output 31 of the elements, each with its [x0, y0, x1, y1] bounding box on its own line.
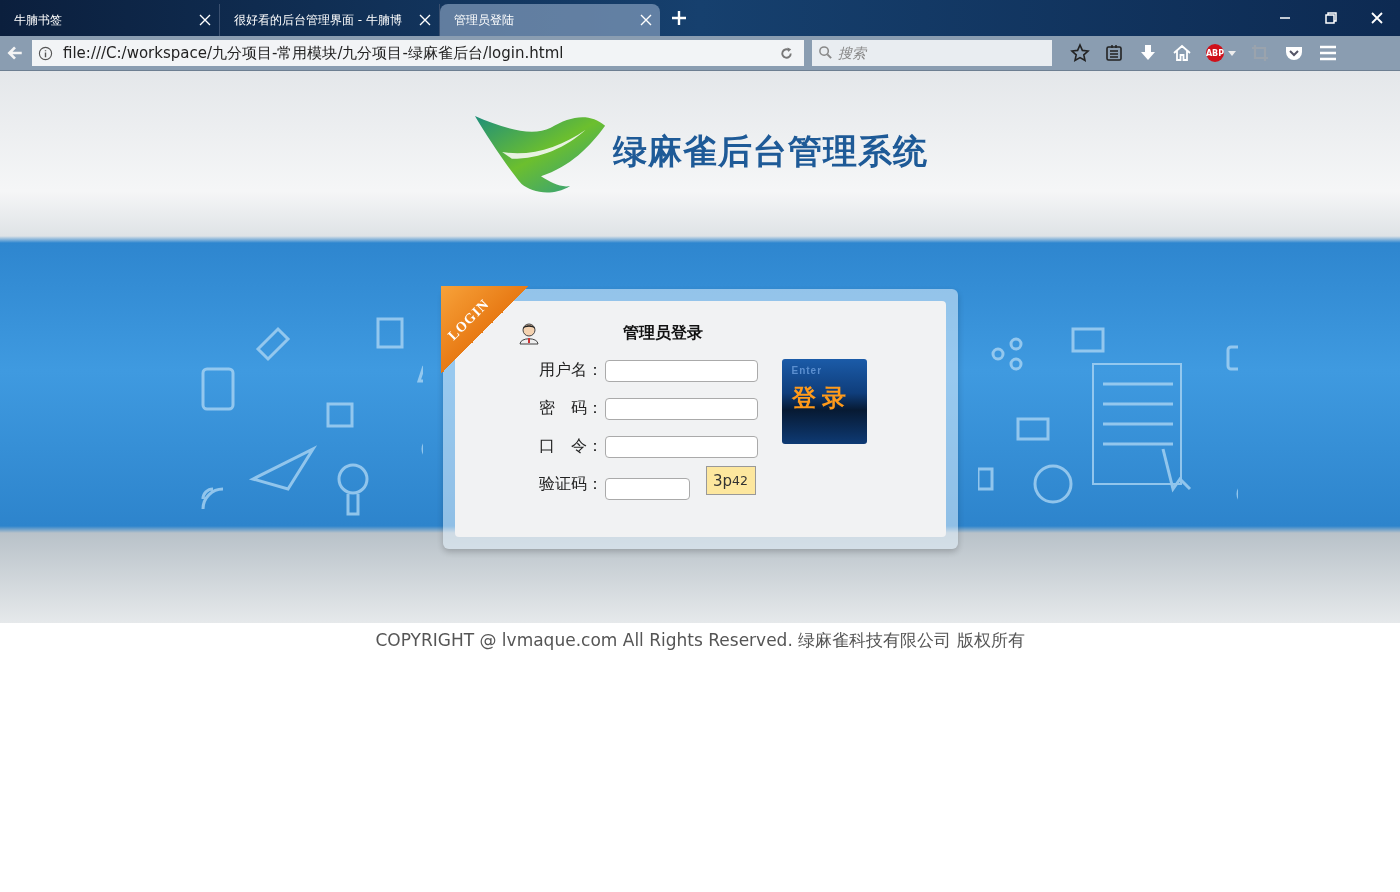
password-field[interactable] [604, 397, 758, 420]
caret-icon[interactable] [1228, 50, 1236, 56]
back-arrow-icon[interactable] [6, 44, 24, 62]
field-label: 用户名： [538, 360, 604, 381]
close-icon[interactable] [419, 14, 431, 26]
field-label: 验证码： [538, 474, 604, 495]
field-label: 口 令： [538, 436, 604, 457]
field-label: 密 码： [538, 398, 604, 419]
plus-icon[interactable] [672, 11, 686, 25]
home-icon[interactable] [1172, 43, 1192, 63]
star-icon[interactable] [1070, 43, 1090, 63]
system-title: 绿麻雀后台管理系统 [612, 130, 928, 173]
restore-icon[interactable] [1325, 12, 1337, 24]
login-button[interactable]: Enter 登 录 [781, 359, 867, 444]
address-bar[interactable]: file:///C:/workspace/九分项目-常用模块/九分项目-绿麻雀后台/login.html [32, 40, 804, 66]
close-icon[interactable] [199, 14, 211, 26]
password-field[interactable] [604, 435, 758, 458]
login-heading: 管理员登录 [622, 322, 703, 344]
copyright-text: COPYRIGHT @ lvmaque.com All Rights Reserved. 绿麻雀科技有限公司 版权所有 [374, 629, 1026, 652]
info-icon[interactable] [38, 45, 53, 61]
list-icon[interactable] [1104, 43, 1124, 63]
reload-icon[interactable] [779, 45, 794, 61]
adblock-button[interactable]: ABP [1206, 44, 1224, 62]
url-text[interactable]: file:///C:/workspace/九分项目-常用模块/九分项目-绿麻雀后台/login.html [63, 43, 769, 63]
menu-icon[interactable] [1318, 43, 1338, 63]
username-field[interactable] [604, 359, 758, 382]
user-avatar-icon [516, 321, 541, 345]
close-icon[interactable] [1371, 12, 1383, 24]
captcha-field[interactable] [604, 477, 690, 500]
search-field[interactable]: 搜索 [812, 40, 1052, 66]
browser-tab[interactable]: 管理员登陆 [440, 4, 660, 36]
